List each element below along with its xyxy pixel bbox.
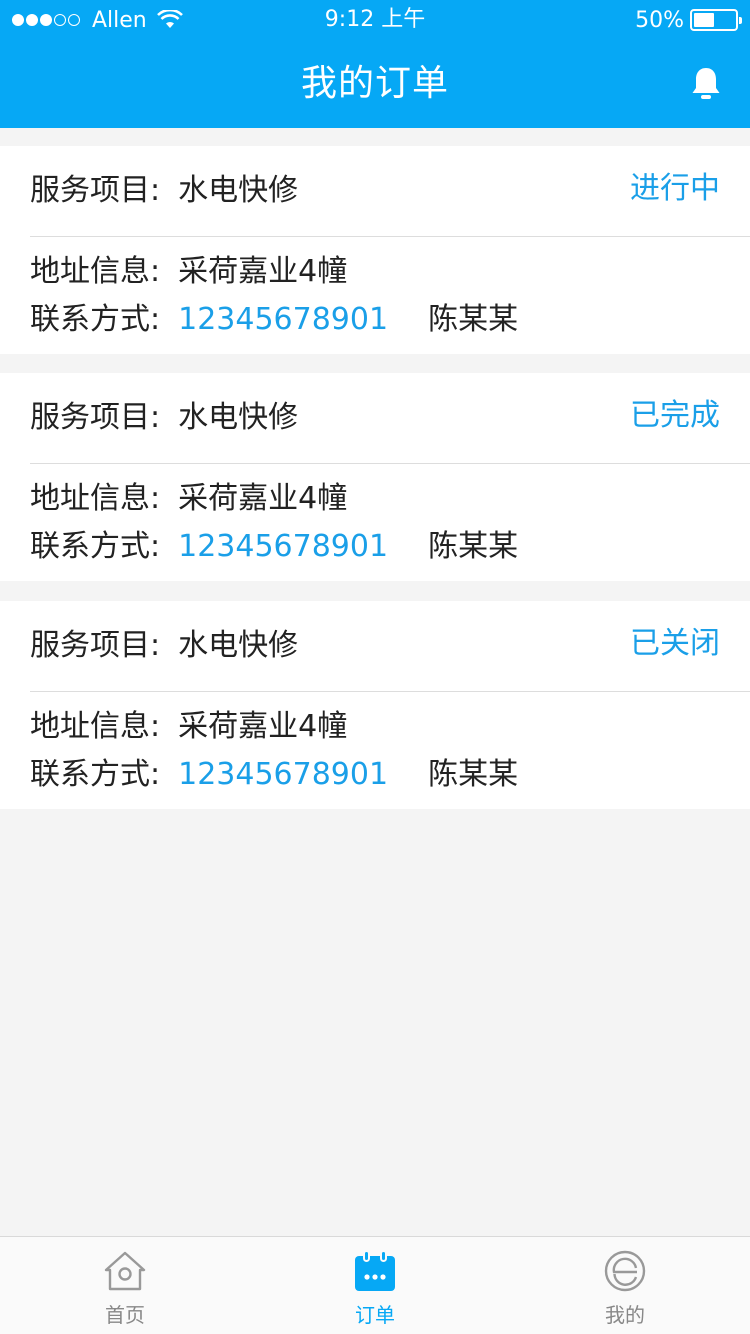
calendar-icon bbox=[355, 1250, 395, 1291]
page-title: 我的订单 bbox=[300, 63, 449, 104]
battery-percent: 50% bbox=[635, 7, 684, 33]
status-right: 50% bbox=[635, 6, 742, 34]
contact-name: 陈某某 bbox=[428, 302, 519, 337]
order-status: 已关闭 bbox=[630, 626, 720, 661]
tab-bar: 首页 订单 我的 bbox=[0, 1236, 750, 1334]
address-value: 采荷嘉业4幢 bbox=[178, 709, 348, 744]
tab-me[interactable]: 我的 bbox=[500, 1237, 750, 1334]
contact-label: 联系方式: bbox=[30, 757, 161, 792]
service-label: 服务项目: bbox=[30, 173, 161, 208]
order-status: 已完成 bbox=[630, 398, 720, 433]
bell-icon[interactable] bbox=[690, 66, 722, 102]
profile-e-icon bbox=[604, 1250, 646, 1292]
phone-link[interactable]: 12345678901 bbox=[178, 757, 388, 792]
order-card[interactable]: 服务项目: 水电快修 已关闭 地址信息: 采荷嘉业4幢 联系方式: 123456789… bbox=[0, 601, 750, 809]
phone-link[interactable]: 12345678901 bbox=[178, 302, 388, 337]
tab-home[interactable]: 首页 bbox=[0, 1237, 250, 1334]
address-row: 地址信息: 采荷嘉业4幢 bbox=[30, 475, 347, 523]
contact-row: 联系方式: 12345678901 陈某某 bbox=[30, 751, 518, 799]
service-row: 服务项目: 水电快修 bbox=[30, 166, 298, 216]
address-row: 地址信息: 采荷嘉业4幢 bbox=[30, 248, 347, 296]
divider bbox=[30, 236, 750, 237]
contact-label: 联系方式: bbox=[30, 302, 161, 337]
service-value: 水电快修 bbox=[178, 400, 299, 435]
contact-name: 陈某某 bbox=[428, 529, 519, 564]
battery-icon bbox=[690, 9, 742, 31]
tab-home-label: 首页 bbox=[105, 1303, 145, 1327]
home-icon bbox=[104, 1251, 146, 1291]
contact-name: 陈某某 bbox=[428, 757, 519, 792]
service-row: 服务项目: 水电快修 bbox=[30, 621, 298, 671]
address-label: 地址信息: bbox=[30, 481, 161, 516]
tab-orders-label: 订单 bbox=[355, 1303, 395, 1327]
contact-row: 联系方式: 12345678901 陈某某 bbox=[30, 523, 518, 571]
navigation-bar: 我的订单 bbox=[0, 40, 750, 128]
divider bbox=[30, 691, 750, 692]
phone-link[interactable]: 12345678901 bbox=[178, 529, 388, 564]
order-status: 进行中 bbox=[630, 171, 720, 206]
address-label: 地址信息: bbox=[30, 254, 161, 289]
address-value: 采荷嘉业4幢 bbox=[178, 254, 348, 289]
contact-row: 联系方式: 12345678901 陈某某 bbox=[30, 296, 518, 344]
tab-orders[interactable]: 订单 bbox=[250, 1237, 500, 1334]
service-row: 服务项目: 水电快修 bbox=[30, 393, 298, 443]
status-bar: Allen 9:12 上午 50% bbox=[0, 0, 750, 40]
address-row: 地址信息: 采荷嘉业4幢 bbox=[30, 703, 347, 751]
order-card[interactable]: 服务项目: 水电快修 已完成 地址信息: 采荷嘉业4幢 联系方式: 123456789… bbox=[0, 373, 750, 581]
order-card[interactable]: 服务项目: 水电快修 进行中 地址信息: 采荷嘉业4幢 联系方式: 123456789… bbox=[0, 146, 750, 354]
service-value: 水电快修 bbox=[178, 173, 299, 208]
contact-label: 联系方式: bbox=[30, 529, 161, 564]
address-value: 采荷嘉业4幢 bbox=[178, 481, 348, 516]
service-label: 服务项目: bbox=[30, 628, 161, 663]
service-value: 水电快修 bbox=[178, 628, 299, 663]
service-label: 服务项目: bbox=[30, 400, 161, 435]
address-label: 地址信息: bbox=[30, 709, 161, 744]
divider bbox=[30, 463, 750, 464]
tab-me-label: 我的 bbox=[605, 1303, 645, 1327]
